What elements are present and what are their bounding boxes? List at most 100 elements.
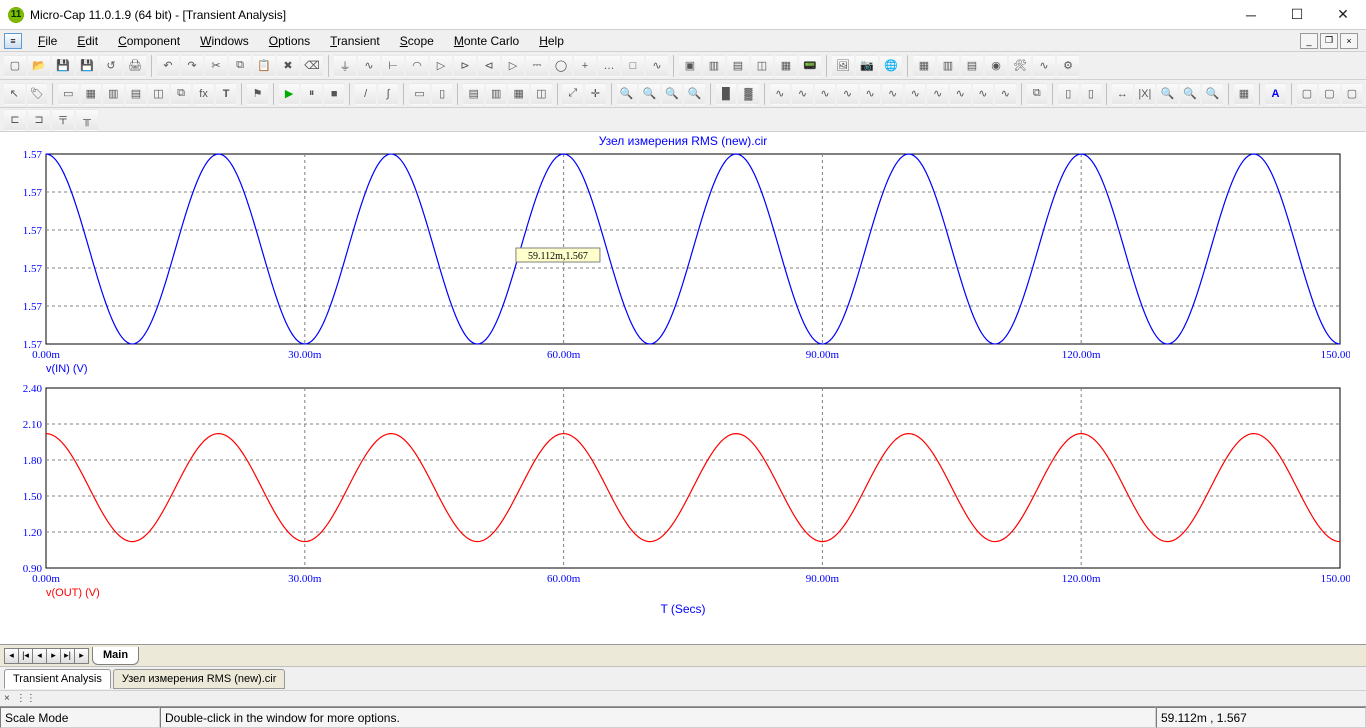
plot4-icon[interactable]: ⧉	[171, 83, 192, 105]
nav-next-icon[interactable]: ▸|	[60, 648, 75, 664]
zr-icon[interactable]: 🔍	[1202, 83, 1223, 105]
m2-icon[interactable]: ∿	[792, 83, 813, 105]
opamp-icon[interactable]: ▷	[502, 55, 524, 77]
sine-icon[interactable]: ∿	[646, 55, 668, 77]
nav-last-icon[interactable]: ▸	[74, 648, 89, 664]
zo-icon[interactable]: 🔍	[1180, 83, 1201, 105]
m10-icon[interactable]: ∿	[973, 83, 994, 105]
m11-icon[interactable]: ∿	[995, 83, 1016, 105]
m9-icon[interactable]: ∿	[950, 83, 971, 105]
npn-icon[interactable]: ⊳	[454, 55, 476, 77]
mdi-restore-button[interactable]: ❐	[1320, 33, 1338, 49]
img1-icon[interactable]: 🖼	[832, 55, 854, 77]
m7-icon[interactable]: ∿	[905, 83, 926, 105]
m3-icon[interactable]: ∿	[815, 83, 836, 105]
opts1-icon[interactable]: ▤	[961, 55, 983, 77]
seg3-icon[interactable]: 〒	[52, 109, 74, 131]
cut-icon[interactable]: ✂	[205, 55, 227, 77]
c2-icon[interactable]: ▢	[1319, 83, 1340, 105]
copy2-icon[interactable]: ⧉	[1027, 83, 1048, 105]
c1-icon[interactable]: ▢	[1297, 83, 1318, 105]
z3-icon[interactable]: 🔍	[662, 83, 683, 105]
tag-icon[interactable]: 🏷	[27, 83, 48, 105]
t-icon[interactable]: ▦	[913, 55, 935, 77]
A-icon[interactable]: A	[1265, 83, 1286, 105]
m1-icon[interactable]: ∿	[770, 83, 791, 105]
seg4-icon[interactable]: ╥	[76, 109, 98, 131]
mdi-minimize-button[interactable]: _	[1300, 33, 1318, 49]
nav-fwd-icon[interactable]: ▸	[46, 648, 61, 664]
win1-icon[interactable]: ▯	[1058, 83, 1079, 105]
pause-icon[interactable]: ⏸	[301, 83, 322, 105]
scale1-icon[interactable]: ↔	[1112, 83, 1133, 105]
layout4-icon[interactable]: ◫	[751, 55, 773, 77]
undo-icon[interactable]: ↶	[157, 55, 179, 77]
dash-rect-icon[interactable]: ▯	[432, 83, 453, 105]
z2-icon[interactable]: 🔍	[639, 83, 660, 105]
save2-icon[interactable]: 💾	[76, 55, 98, 77]
plot1-icon[interactable]: ▥	[103, 83, 124, 105]
norm2-icon[interactable]: ▓	[738, 83, 759, 105]
auto-icon[interactable]: ⤢	[562, 83, 583, 105]
pnp-icon[interactable]: ⊲	[478, 55, 500, 77]
layout1-icon[interactable]: ▣	[679, 55, 701, 77]
open-icon[interactable]: 📂	[28, 55, 50, 77]
plot-area[interactable]: Узел измерения RMS (new).cir 0.00m30.00m…	[0, 132, 1366, 666]
plot3-icon[interactable]: ◫	[148, 83, 169, 105]
menu-windows[interactable]: Windows	[190, 32, 259, 50]
m5-icon[interactable]: ∿	[860, 83, 881, 105]
layout5-icon[interactable]: ▦	[775, 55, 797, 77]
tab-main[interactable]: Main	[92, 647, 139, 665]
app-menu-icon[interactable]: ≡	[4, 33, 22, 49]
sine2-icon[interactable]: ∿	[1033, 55, 1055, 77]
flag-icon[interactable]: ⚑	[247, 83, 268, 105]
text-icon[interactable]: T	[216, 83, 237, 105]
mdi-close-button[interactable]: ×	[1340, 33, 1358, 49]
more-comp-icon[interactable]: …	[598, 55, 620, 77]
m8-icon[interactable]: ∿	[927, 83, 948, 105]
log1-icon[interactable]: ∫	[378, 83, 399, 105]
m6-icon[interactable]: ∿	[882, 83, 903, 105]
l3-icon[interactable]: ▦	[508, 83, 529, 105]
battery-icon[interactable]: ⎓	[526, 55, 548, 77]
resistor-icon[interactable]: ∿	[358, 55, 380, 77]
tools-icon[interactable]: 🛠	[1009, 55, 1031, 77]
fx-icon[interactable]: fx	[193, 83, 214, 105]
lin1-icon[interactable]: /	[355, 83, 376, 105]
c3-icon[interactable]: ▢	[1342, 83, 1363, 105]
menu-edit[interactable]: Edit	[67, 32, 108, 50]
zi-icon[interactable]: 🔍	[1157, 83, 1178, 105]
redo-icon[interactable]: ↷	[181, 55, 203, 77]
cursor-icon[interactable]: ✛	[585, 83, 606, 105]
seg2-icon[interactable]: ⊐	[28, 109, 50, 131]
print-icon[interactable]: 🖨	[124, 55, 146, 77]
pointer-icon[interactable]: ↖	[4, 83, 25, 105]
l2-icon[interactable]: ▥	[486, 83, 507, 105]
gear-icon[interactable]: ⚙	[1057, 55, 1079, 77]
z1-icon[interactable]: 🔍	[617, 83, 638, 105]
chart-vout[interactable]: 0.00m30.00m60.00m90.00m120.00m150.00m0.9…	[10, 382, 1350, 602]
maximize-button[interactable]: ☐	[1274, 0, 1320, 29]
minimize-button[interactable]: ─	[1228, 0, 1274, 29]
nav-first-icon[interactable]: ◂	[4, 648, 19, 664]
grid-icon[interactable]: ▦	[81, 83, 102, 105]
cap-icon[interactable]: ⊢	[382, 55, 404, 77]
scale2-icon[interactable]: |X|	[1135, 83, 1156, 105]
delete-icon[interactable]: ✖	[277, 55, 299, 77]
save-icon[interactable]: 💾	[52, 55, 74, 77]
norm-icon[interactable]: █	[716, 83, 737, 105]
menu-scope[interactable]: Scope	[390, 32, 444, 50]
new-icon[interactable]: ▢	[4, 55, 26, 77]
sq-icon[interactable]: □	[622, 55, 644, 77]
plot2-icon[interactable]: ▤	[126, 83, 147, 105]
globe-icon[interactable]: 🌐	[880, 55, 902, 77]
l1-icon[interactable]: ▤	[463, 83, 484, 105]
isource-icon[interactable]: ◯	[550, 55, 572, 77]
seg1-icon[interactable]: ⊏	[4, 109, 26, 131]
close-button[interactable]: ✕	[1320, 0, 1366, 29]
ground-icon[interactable]: ⏚	[334, 55, 356, 77]
menu-montecarlo[interactable]: Monte Carlo	[444, 32, 529, 50]
chart-icon[interactable]: ▭	[58, 83, 79, 105]
menu-grid-icon[interactable]: ▦	[1234, 83, 1255, 105]
l4-icon[interactable]: ◫	[531, 83, 552, 105]
